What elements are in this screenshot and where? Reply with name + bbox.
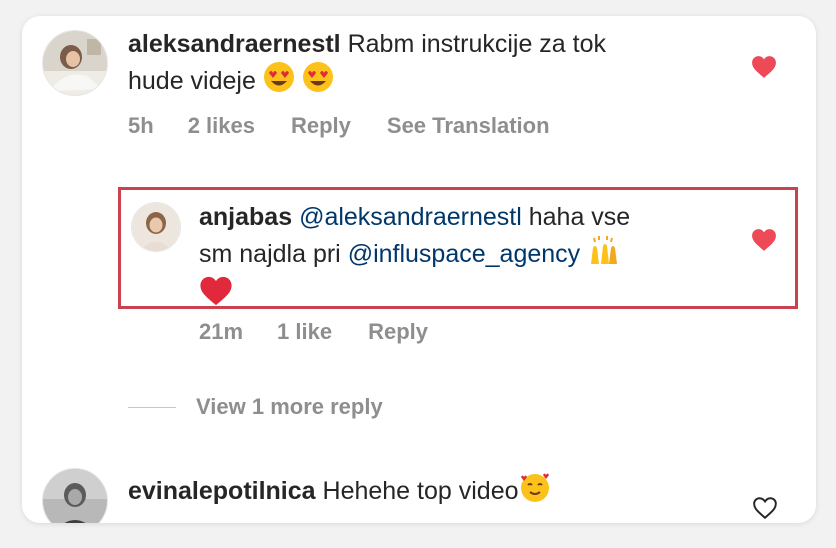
reply-button[interactable]: Reply [368, 319, 428, 345]
reply-meta: 21m 1 like Reply [199, 319, 428, 345]
comment-body: Hehehe top video [322, 477, 519, 505]
reply-body-part2: sm najdla pri [199, 240, 341, 268]
view-more-replies-button[interactable]: View 1 more reply [128, 394, 383, 420]
like-heart-icon[interactable] [752, 496, 778, 520]
raising-hands-emoji-icon [587, 234, 619, 275]
comments-panel: aleksandraernestl Rabm instrukcije za to… [22, 16, 816, 523]
comment-username[interactable]: aleksandraernestl [128, 30, 341, 58]
smiling-face-with-hearts-emoji-icon [519, 471, 551, 512]
reply-text: anjabas @aleksandraernestl haha vse sm n… [199, 201, 759, 316]
reply-body-part1: haha vse [528, 203, 631, 231]
heart-eyes-emoji-icon [263, 61, 295, 102]
comment-time: 5h [128, 113, 154, 138]
reply-mention-agency[interactable]: @influspace_agency [348, 240, 580, 268]
comment-username[interactable]: evinalepotilnica [128, 477, 316, 505]
comment-meta: 5h 2 likes Reply See Translation [128, 113, 550, 139]
comment-text: aleksandraernestl Rabm instrukcije za to… [128, 28, 728, 102]
avatar[interactable] [131, 202, 181, 252]
reply-mention[interactable]: @aleksandraernestl [299, 203, 522, 231]
view-more-label[interactable]: View 1 more reply [196, 394, 383, 420]
comment-body-line1: Rabm instrukcije za tok [347, 30, 607, 58]
avatar[interactable] [42, 468, 108, 523]
divider-line [128, 406, 176, 408]
red-heart-emoji-icon [199, 275, 233, 316]
comment-body-line2: hude videje [128, 67, 256, 95]
reply-time: 21m [199, 319, 244, 344]
likes-count[interactable]: 1 like [277, 319, 332, 345]
like-heart-icon[interactable] [751, 55, 777, 79]
reply-username[interactable]: anjabas [199, 203, 292, 231]
reply-button[interactable]: Reply [291, 113, 351, 139]
like-heart-icon[interactable] [751, 228, 777, 252]
heart-eyes-emoji-icon [302, 61, 334, 102]
likes-count[interactable]: 2 likes [188, 113, 255, 139]
avatar[interactable] [42, 30, 108, 96]
comment-text: evinalepotilnica Hehehe top video [128, 471, 728, 512]
see-translation-button[interactable]: See Translation [387, 113, 550, 139]
